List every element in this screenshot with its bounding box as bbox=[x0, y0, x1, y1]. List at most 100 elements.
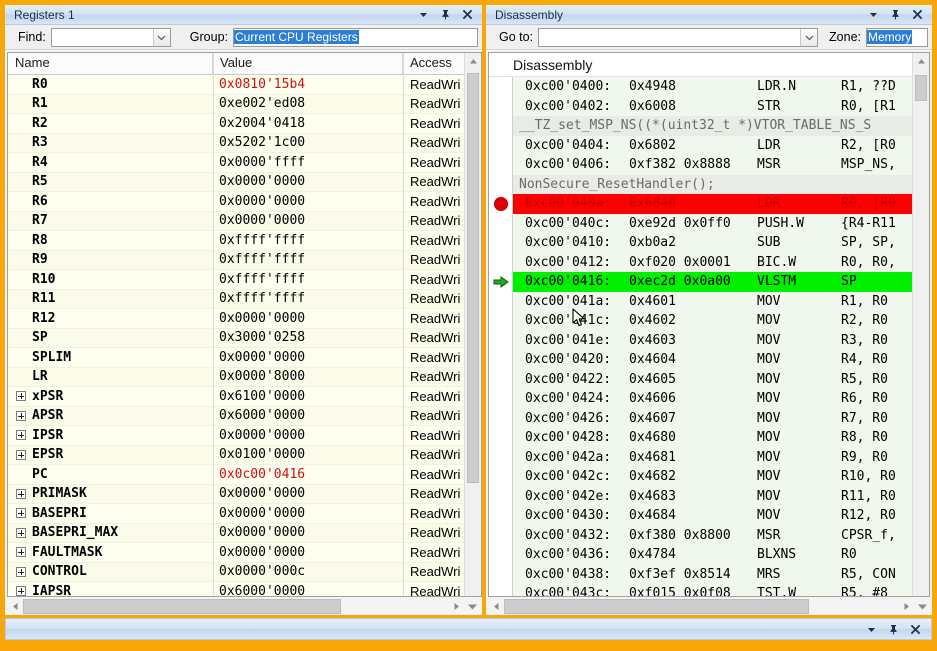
gutter-cell[interactable] bbox=[489, 291, 513, 311]
disassembly-row[interactable]: 0xc00'0424: 0x4606 MOV R6, R0 bbox=[489, 389, 912, 409]
goto-input[interactable] bbox=[538, 27, 819, 47]
close-icon[interactable] bbox=[911, 8, 924, 21]
register-row[interactable]: APSR 0x6000'0000 ReadWri bbox=[8, 406, 464, 426]
register-row[interactable]: IAPSR 0x6000'0000 ReadWri bbox=[8, 582, 464, 596]
register-row[interactable]: FAULTMASK 0x0000'0000 ReadWri bbox=[8, 543, 464, 563]
gutter-cell[interactable] bbox=[489, 447, 513, 467]
register-value-cell[interactable]: 0x0000'0000 bbox=[213, 311, 403, 326]
register-row[interactable]: R0 0x0810'15b4 ReadWri bbox=[8, 75, 464, 95]
disassembly-row[interactable]: 0xc00'0422: 0x4605 MOV R5, R0 bbox=[489, 369, 912, 389]
scroll-up-icon[interactable] bbox=[465, 53, 481, 70]
register-row[interactable]: BASEPRI 0x0000'0000 ReadWri bbox=[8, 504, 464, 524]
register-row[interactable]: xPSR 0x6100'0000 ReadWri bbox=[8, 387, 464, 407]
register-value-cell[interactable]: 0x0000'8000 bbox=[213, 369, 403, 384]
gutter-cell[interactable] bbox=[489, 428, 513, 448]
disassembly-row[interactable]: 0xc00'042a: 0x4681 MOV R9, R0 bbox=[489, 447, 912, 467]
register-value-cell[interactable]: 0xe002'ed08 bbox=[213, 96, 403, 111]
gutter-cell[interactable] bbox=[489, 233, 513, 253]
register-value-cell[interactable]: 0x0000'0000 bbox=[213, 506, 403, 521]
registers-hscroll-track[interactable] bbox=[23, 598, 448, 614]
register-value-cell[interactable]: 0xffff'ffff bbox=[213, 291, 403, 306]
register-value-cell[interactable]: 0x3000'0258 bbox=[213, 330, 403, 345]
gutter-cell[interactable] bbox=[489, 330, 513, 350]
pin-icon[interactable] bbox=[889, 8, 902, 21]
disassembly-horizontal-scrollbar[interactable] bbox=[486, 597, 932, 615]
gutter-cell[interactable] bbox=[489, 252, 513, 272]
disassembly-hscroll-track[interactable] bbox=[504, 598, 898, 614]
register-value-cell[interactable]: 0x5202'1c00 bbox=[213, 135, 403, 150]
gutter-cell[interactable] bbox=[489, 506, 513, 526]
registers-hscroll-thumb[interactable] bbox=[23, 598, 341, 614]
register-row[interactable]: R12 0x0000'0000 ReadWri bbox=[8, 309, 464, 329]
register-value-cell[interactable]: 0x0000'0000 bbox=[213, 486, 403, 501]
disassembly-row[interactable]: 0xc00'042c: 0x4682 MOV R10, R0 bbox=[489, 467, 912, 487]
register-value-cell[interactable]: 0x0000'0000 bbox=[213, 428, 403, 443]
column-header-name[interactable]: Name bbox=[8, 53, 213, 74]
disassembly-row[interactable]: 0xc00'041c: 0x4602 MOV R2, R0 bbox=[489, 311, 912, 331]
gutter-cell[interactable] bbox=[489, 486, 513, 506]
disassembly-row[interactable]: 0xc00'0402: 0x6008 STR R0, [R1 bbox=[489, 96, 912, 116]
register-value-cell[interactable]: 0x0000'0000 bbox=[213, 213, 403, 228]
disassembly-hscroll-thumb[interactable] bbox=[504, 598, 809, 614]
column-header-value[interactable]: Value bbox=[213, 53, 403, 74]
disassembly-row[interactable]: 0xc00'0428: 0x4680 MOV R8, R0 bbox=[489, 428, 912, 448]
register-value-cell[interactable]: 0x0810'15b4 bbox=[213, 77, 403, 92]
gutter-cell[interactable] bbox=[489, 213, 513, 233]
register-value-cell[interactable]: 0x6100'0000 bbox=[213, 389, 403, 404]
gutter-cell[interactable] bbox=[489, 350, 513, 370]
expand-plus-icon[interactable] bbox=[16, 566, 26, 577]
expand-plus-icon[interactable] bbox=[16, 547, 26, 558]
disassembly-row[interactable]: 0xc00'0436: 0x4784 BLXNS R0 bbox=[489, 545, 912, 565]
register-value-cell[interactable]: 0x0000'0000 bbox=[213, 194, 403, 209]
register-row[interactable]: SPLIM 0x0000'0000 ReadWri bbox=[8, 348, 464, 368]
find-input[interactable] bbox=[50, 27, 171, 47]
scroll-right-icon[interactable] bbox=[898, 598, 914, 614]
register-value-cell[interactable]: 0x0000'ffff bbox=[213, 155, 403, 170]
disassembly-vertical-scrollbar[interactable] bbox=[912, 53, 929, 596]
register-row[interactable]: R9 0xffff'ffff ReadWri bbox=[8, 250, 464, 270]
resize-grip-icon[interactable] bbox=[914, 598, 930, 614]
register-row[interactable]: PC 0x0c00'0416 ReadWri bbox=[8, 465, 464, 485]
close-icon[interactable] bbox=[909, 623, 922, 636]
gutter-cell[interactable] bbox=[489, 96, 513, 116]
column-header-access[interactable]: Access bbox=[403, 53, 464, 74]
gutter-cell[interactable] bbox=[489, 564, 513, 584]
disassembly-row[interactable]: 0xc00'0420: 0x4604 MOV R4, R0 bbox=[489, 350, 912, 370]
pin-icon[interactable] bbox=[439, 8, 452, 21]
group-input[interactable]: Current CPU Registers bbox=[233, 27, 478, 47]
register-value-cell[interactable]: 0xffff'ffff bbox=[213, 272, 403, 287]
chevron-down-icon[interactable] bbox=[865, 623, 878, 636]
gutter-cell[interactable] bbox=[489, 369, 513, 389]
disassembly-row[interactable]: 0xc00'0416: 0xec2d 0x0a00 VLSTM SP bbox=[489, 272, 912, 292]
expand-plus-icon[interactable] bbox=[16, 449, 26, 460]
register-row[interactable]: R10 0xffff'ffff ReadWri bbox=[8, 270, 464, 290]
gutter-cell[interactable] bbox=[489, 116, 513, 136]
disassembly-row[interactable]: 0xc00'0410: 0xb0a2 SUB SP, SP, bbox=[489, 233, 912, 253]
register-value-cell[interactable]: 0x0000'000c bbox=[213, 564, 403, 579]
disassembly-row[interactable]: 0xc00'0432: 0xf380 0x8800 MSR CPSR_f, bbox=[489, 525, 912, 545]
expand-plus-icon[interactable] bbox=[16, 430, 26, 441]
gutter-cell[interactable] bbox=[489, 155, 513, 175]
disassembly-row[interactable]: 0xc00'0404: 0x6802 LDR R2, [R0 bbox=[489, 135, 912, 155]
register-row[interactable]: R6 0x0000'0000 ReadWri bbox=[8, 192, 464, 212]
disassembly-source-line[interactable]: NonSecure_ResetHandler(); bbox=[489, 174, 912, 194]
gutter-cell[interactable] bbox=[489, 311, 513, 331]
expand-plus-icon[interactable] bbox=[16, 391, 26, 402]
register-value-cell[interactable]: 0xffff'ffff bbox=[213, 252, 403, 267]
disassembly-row[interactable]: 0xc00'043c: 0xf015 0x0f08 TST.W R5, #8 bbox=[489, 584, 912, 596]
disassembly-column-header[interactable]: Disassembly bbox=[489, 53, 912, 77]
close-icon[interactable] bbox=[461, 8, 474, 21]
register-value-cell[interactable]: 0x6000'0000 bbox=[213, 408, 403, 423]
gutter-cell[interactable] bbox=[489, 174, 513, 194]
register-row[interactable]: R1 0xe002'ed08 ReadWri bbox=[8, 94, 464, 114]
register-row[interactable]: R4 0x0000'ffff ReadWri bbox=[8, 153, 464, 173]
disassembly-row[interactable]: 0xc00'041a: 0x4601 MOV R1, R0 bbox=[489, 291, 912, 311]
scroll-up-icon[interactable] bbox=[913, 53, 929, 70]
disassembly-row[interactable]: 0xc00'0406: 0xf382 0x8888 MSR MSP_NS, bbox=[489, 155, 912, 175]
register-value-cell[interactable]: 0x0c00'0416 bbox=[213, 467, 403, 482]
disassembly-scroll-thumb[interactable] bbox=[915, 75, 927, 101]
gutter-cell[interactable] bbox=[489, 525, 513, 545]
gutter-cell[interactable] bbox=[489, 389, 513, 409]
register-value-cell[interactable]: 0x0000'0000 bbox=[213, 525, 403, 540]
chevron-down-icon[interactable] bbox=[152, 28, 170, 46]
